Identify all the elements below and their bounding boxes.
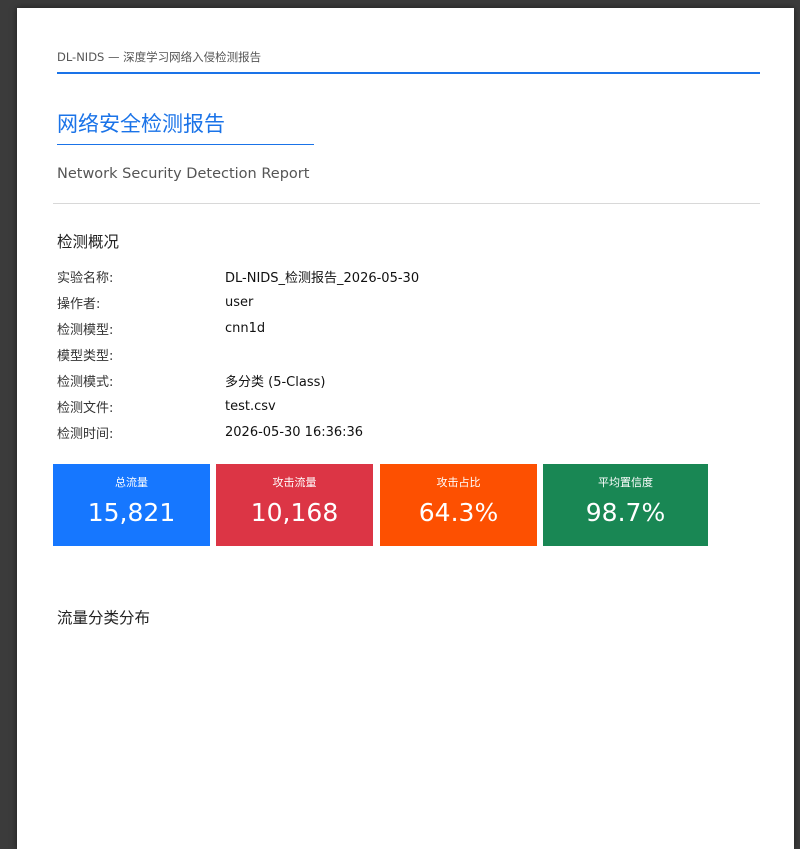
info-label: 操作者: bbox=[57, 296, 101, 312]
overview-table: 实验名称: DL-NIDS_检测报告_2026-05-30 操作者: user … bbox=[57, 263, 657, 445]
info-row-time: 检测时间: 2026-05-30 16:36:36 bbox=[57, 419, 657, 445]
info-row-file: 检测文件: test.csv bbox=[57, 393, 657, 419]
stat-value: 98.7% bbox=[585, 498, 666, 527]
stat-label: 平均置信度 bbox=[598, 476, 653, 489]
info-label: 检测模型: bbox=[57, 322, 114, 338]
info-row-model: 检测模型: cnn1d bbox=[57, 315, 657, 341]
info-value: 多分类 (5-Class) bbox=[225, 374, 326, 390]
info-row-experiment-name: 实验名称: DL-NIDS_检测报告_2026-05-30 bbox=[57, 263, 657, 289]
stat-card-total-traffic: 总流量 15,821 bbox=[53, 464, 210, 546]
info-row-operator: 操作者: user bbox=[57, 289, 657, 315]
running-header: DL-NIDS — 深度学习网络入侵检测报告 bbox=[57, 49, 760, 74]
overview-heading: 检测概况 bbox=[57, 233, 120, 251]
info-value: user bbox=[225, 294, 254, 310]
stat-card-avg-confidence: 平均置信度 98.7% bbox=[543, 464, 708, 546]
section-divider bbox=[53, 203, 760, 204]
info-label: 检测文件: bbox=[57, 400, 114, 416]
report-subtitle: Network Security Detection Report bbox=[57, 166, 310, 182]
distribution-heading: 流量分类分布 bbox=[57, 609, 151, 627]
info-value: test.csv bbox=[225, 398, 276, 414]
info-value: 2026-05-30 16:36:36 bbox=[225, 424, 364, 440]
info-label: 模型类型: bbox=[57, 348, 114, 364]
stat-card-attack-traffic: 攻击流量 10,168 bbox=[216, 464, 373, 546]
report-title: 网络安全检测报告 bbox=[57, 108, 314, 145]
stat-label: 总流量 bbox=[115, 476, 148, 489]
stat-value: 10,168 bbox=[250, 498, 339, 527]
document-viewer: DL-NIDS — 深度学习网络入侵检测报告 网络安全检测报告 Network … bbox=[0, 0, 800, 849]
info-label: 实验名称: bbox=[57, 270, 114, 286]
stat-value: 15,821 bbox=[87, 498, 176, 527]
info-label: 检测模式: bbox=[57, 374, 114, 390]
info-row-mode: 检测模式: 多分类 (5-Class) bbox=[57, 367, 657, 393]
report-page: DL-NIDS — 深度学习网络入侵检测报告 网络安全检测报告 Network … bbox=[17, 8, 794, 849]
info-value: DL-NIDS_检测报告_2026-05-30 bbox=[225, 270, 420, 286]
stat-card-attack-ratio: 攻击占比 64.3% bbox=[380, 464, 537, 546]
info-row-model-type: 模型类型: bbox=[57, 341, 657, 367]
info-label: 检测时间: bbox=[57, 426, 114, 442]
info-value: cnn1d bbox=[225, 320, 266, 336]
stat-label: 攻击流量 bbox=[272, 476, 317, 489]
stat-value: 64.3% bbox=[418, 498, 499, 527]
stat-label: 攻击占比 bbox=[436, 476, 481, 489]
